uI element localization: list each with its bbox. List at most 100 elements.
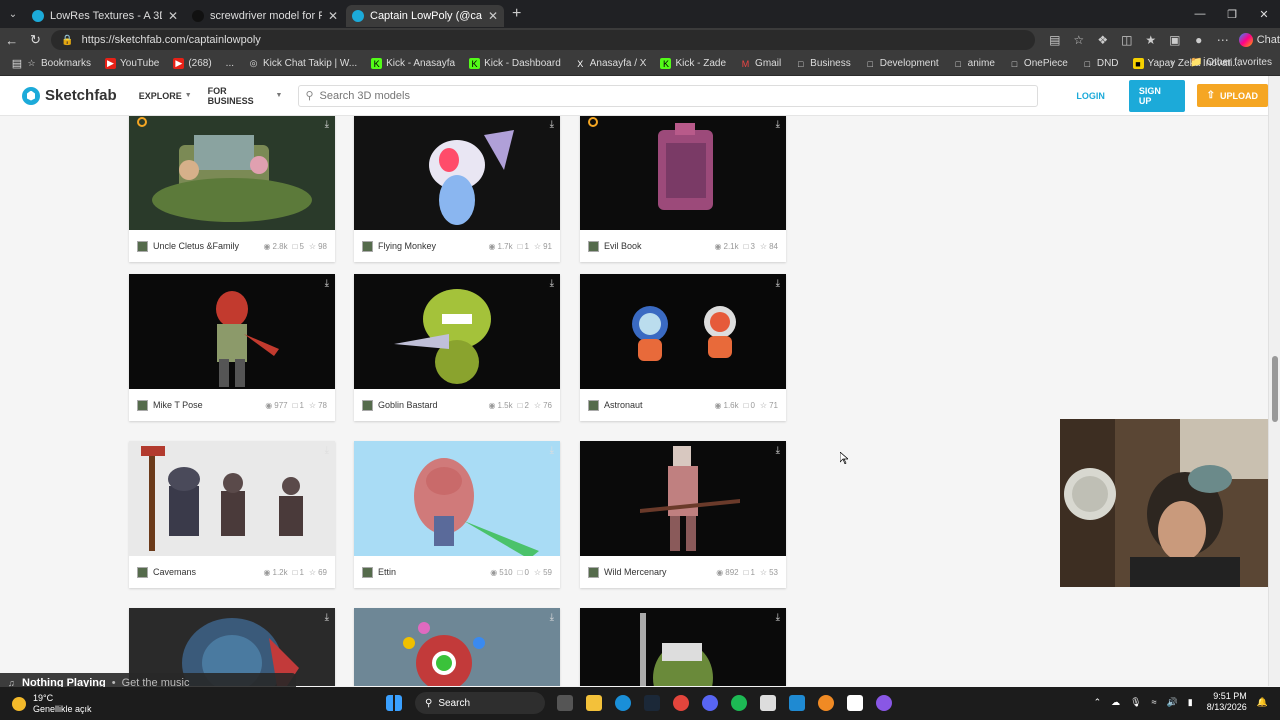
bookmark-item[interactable]: □ Development xyxy=(865,58,939,69)
author-avatar[interactable] xyxy=(137,399,148,411)
kick-app-icon[interactable] xyxy=(841,692,869,714)
model-name[interactable]: Uncle Cletus &Family xyxy=(153,241,259,251)
like-star-icon[interactable]: ☆ xyxy=(309,568,316,577)
minimize-icon[interactable]: — xyxy=(1184,0,1216,28)
weather-widget[interactable]: 19°C Genellikle açık xyxy=(12,693,92,715)
other-favorites[interactable]: Other favorites xyxy=(1206,57,1272,68)
like-star-icon[interactable]: ☆ xyxy=(309,242,316,251)
author-avatar[interactable] xyxy=(362,240,373,252)
model-name[interactable]: Astronaut xyxy=(604,400,710,410)
bookmark-item[interactable]: ... xyxy=(226,58,234,69)
page-scrollbar[interactable] xyxy=(1268,76,1280,686)
bookmark-item[interactable]: ☆ Bookmarks xyxy=(26,58,91,69)
bookmark-item[interactable]: K Kick - Zade xyxy=(660,58,726,69)
download-icon[interactable]: ⤓ xyxy=(550,119,554,130)
login-button[interactable]: LOGIN xyxy=(1076,91,1105,101)
model-name[interactable]: Wild Mercenary xyxy=(604,567,711,577)
bookmark-item[interactable]: K Kick - Dashboard xyxy=(469,58,561,69)
taskbar-search[interactable]: ⚲ Search xyxy=(415,692,545,714)
download-icon[interactable]: ⤓ xyxy=(776,119,780,130)
for-business-menu[interactable]: FOR BUSINESS ▼ xyxy=(208,86,283,106)
notification-bell-icon[interactable]: 🔔 xyxy=(1257,697,1268,708)
refresh-icon[interactable]: ↻ xyxy=(24,32,48,48)
download-icon[interactable]: ⤓ xyxy=(550,612,554,623)
model-thumbnail[interactable]: ⤓ xyxy=(354,116,560,230)
clock[interactable]: 9:51 PM 8/13/2026 xyxy=(1207,691,1247,713)
more-menu-icon[interactable]: ⋯ xyxy=(1211,33,1235,47)
author-avatar[interactable] xyxy=(588,399,599,411)
windows-start-icon[interactable] xyxy=(380,692,408,714)
download-icon[interactable]: ⤓ xyxy=(325,612,329,623)
model-card[interactable]: ⤓ Evil Book ◉ 2.1k □ 3 ☆ 84 xyxy=(580,116,786,262)
author-avatar[interactable] xyxy=(362,399,373,411)
model-name[interactable]: Flying Monkey xyxy=(378,241,484,251)
like-star-icon[interactable]: ☆ xyxy=(534,242,541,251)
extensions-icon[interactable]: ❖ xyxy=(1091,33,1115,47)
author-avatar[interactable] xyxy=(137,240,148,252)
tab-actions-chevron-icon[interactable]: ⌄ xyxy=(0,0,26,28)
browser-tab[interactable]: Captain LowPoly (@captainlowpoly ✕ xyxy=(346,5,504,27)
vscode-icon[interactable] xyxy=(783,692,811,714)
author-avatar[interactable] xyxy=(588,240,599,252)
github-icon[interactable] xyxy=(870,692,898,714)
download-icon[interactable]: ⤓ xyxy=(776,278,780,289)
split-icon[interactable]: ◫ xyxy=(1115,33,1139,47)
browser-tab[interactable]: LowRes Textures - A 3D model coll ✕ xyxy=(26,5,184,27)
model-card[interactable]: ⤓ Flying Monkey ◉ 1.7k □ 1 ☆ 91 xyxy=(354,116,560,262)
explore-menu[interactable]: EXPLORE ▼ xyxy=(139,91,192,101)
model-card[interactable]: ⤓ Mike T Pose ◉ 977 □ 1 ☆ 78 xyxy=(129,274,335,421)
model-thumbnail[interactable]: ⤓ xyxy=(129,441,335,556)
tab-close-icon[interactable]: ✕ xyxy=(168,9,178,23)
steam-icon[interactable] xyxy=(638,692,666,714)
restore-icon[interactable]: ❐ xyxy=(1216,0,1248,28)
model-card[interactable]: ⤓ xyxy=(354,608,560,686)
model-name[interactable]: Mike T Pose xyxy=(153,400,260,410)
author-avatar[interactable] xyxy=(137,566,148,578)
microphone-icon[interactable]: 🎙 xyxy=(1130,697,1141,708)
spotify-icon[interactable] xyxy=(725,692,753,714)
model-thumbnail[interactable]: ⤓ xyxy=(129,116,335,230)
scrollbar-thumb[interactable] xyxy=(1272,356,1278,422)
model-card[interactable]: ⤓ Astronaut ◉ 1.6k □ 0 ☆ 71 xyxy=(580,274,786,421)
download-icon[interactable]: ⤓ xyxy=(325,278,329,289)
sign-up-button[interactable]: SIGN UP xyxy=(1128,79,1185,112)
new-tab-button[interactable]: + xyxy=(512,5,521,23)
model-name[interactable]: Cavemans xyxy=(153,567,259,577)
bookmarks-overflow-icon[interactable]: › xyxy=(1171,57,1174,68)
sidebar-toggle-icon[interactable]: ▤ xyxy=(8,57,26,70)
volume-icon[interactable]: 🔊 xyxy=(1167,697,1178,708)
author-avatar[interactable] xyxy=(588,566,599,578)
download-icon[interactable]: ⤓ xyxy=(550,278,554,289)
model-thumbnail[interactable]: ⤓ xyxy=(580,608,786,686)
bookmark-item[interactable]: ▶ (268) xyxy=(173,58,212,69)
bookmark-item[interactable]: □ anime xyxy=(953,58,994,69)
bookmark-item[interactable]: K Kick - Anasayfa xyxy=(371,58,455,69)
model-card[interactable]: ⤓ Wild Mercenary ◉ 892 □ 1 ☆ 53 xyxy=(580,441,786,588)
download-icon[interactable]: ⤓ xyxy=(550,445,554,456)
edge-icon[interactable] xyxy=(609,692,637,714)
discord-icon[interactable] xyxy=(696,692,724,714)
task-view-icon[interactable] xyxy=(551,692,579,714)
tray-overflow-icon[interactable]: ⌃ xyxy=(1094,697,1102,708)
like-star-icon[interactable]: ☆ xyxy=(534,568,541,577)
reader-icon[interactable]: ▤ xyxy=(1043,33,1067,47)
bookmark-item[interactable]: □ DND xyxy=(1082,58,1119,69)
blender-icon[interactable] xyxy=(812,692,840,714)
bookmark-item[interactable]: M Gmail xyxy=(740,58,781,69)
model-thumbnail[interactable]: ⤓ xyxy=(580,116,786,230)
like-star-icon[interactable]: ☆ xyxy=(760,568,767,577)
like-star-icon[interactable]: ☆ xyxy=(534,401,541,410)
model-thumbnail[interactable]: ⤓ xyxy=(354,441,560,556)
wifi-icon[interactable]: ≈ xyxy=(1152,697,1157,707)
model-thumbnail[interactable]: ⤓ xyxy=(129,274,335,389)
tab-close-icon[interactable]: ✕ xyxy=(488,9,498,23)
model-thumbnail[interactable]: ⤓ xyxy=(580,274,786,389)
favorites-icon[interactable]: ★ xyxy=(1139,33,1163,47)
download-icon[interactable]: ⤓ xyxy=(325,445,329,456)
model-card[interactable]: ⤓ xyxy=(580,608,786,686)
model-name[interactable]: Ettin xyxy=(378,567,485,577)
model-card[interactable]: ⤓ Cavemans ◉ 1.2k □ 1 ☆ 69 xyxy=(129,441,335,588)
model-thumbnail[interactable]: ⤓ xyxy=(354,608,560,686)
bookmark-item[interactable]: □ Business xyxy=(795,58,851,69)
model-name[interactable]: Goblin Bastard xyxy=(378,400,484,410)
